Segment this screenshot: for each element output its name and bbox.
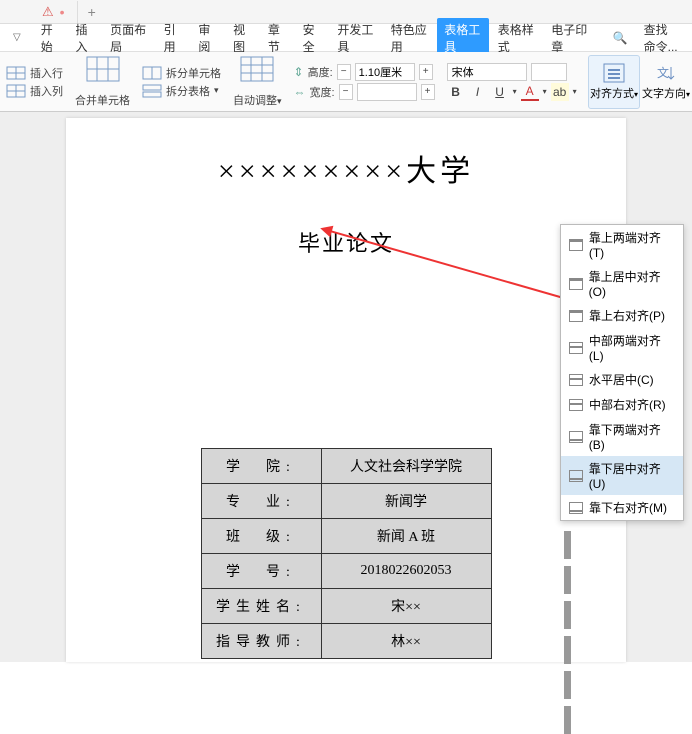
highlight-button[interactable]: ab: [551, 83, 569, 101]
svg-text:文: 文: [657, 65, 669, 80]
table-value-cell[interactable]: 宋××: [321, 589, 491, 624]
align-option-icon: [569, 470, 583, 482]
page-title: ×××××××××大学: [106, 146, 586, 190]
document-area: ×××××××××大学 毕业论文 学 院:人文社会科学学院专 业:新闻学班 级:…: [0, 112, 692, 662]
insert-col-label: 插入列: [30, 83, 63, 99]
document-page[interactable]: ×××××××××大学 毕业论文 学 院:人文社会科学学院专 业:新闻学班 级:…: [66, 118, 626, 662]
align-option[interactable]: 水平居中(C): [561, 367, 683, 392]
italic-button[interactable]: I: [469, 83, 487, 101]
width-icon: ⇔: [294, 85, 306, 99]
autofit-icon: [240, 56, 274, 90]
textdir-dropdown-button[interactable]: 文 文字方向▾: [640, 55, 692, 109]
align-option[interactable]: 靠上右对齐(P): [561, 303, 683, 328]
align-option-icon: [569, 278, 583, 290]
table-row[interactable]: 学 院:人文社会科学学院: [201, 449, 491, 484]
form-table[interactable]: 学 院:人文社会科学学院专 业:新闻学班 级:新闻 A 班学 号:2018022…: [201, 448, 492, 659]
table-row[interactable]: 班 级:新闻 A 班: [201, 519, 491, 554]
align-option-icon: [569, 431, 583, 443]
textdir-label: 文字方向▾: [642, 85, 690, 101]
align-option-icon: [569, 399, 583, 411]
search-icon: 🔍: [606, 28, 635, 48]
table-label-cell[interactable]: 学生姓名:: [201, 589, 321, 624]
align-option-icon: [569, 310, 583, 322]
align-option-label: 靠下居中对齐(U): [589, 460, 675, 491]
app-menu-dropdown[interactable]: ▽: [6, 29, 28, 46]
align-option-icon: [569, 342, 583, 354]
width-label: 宽度:: [310, 84, 335, 100]
table-label-cell[interactable]: 专 业:: [201, 484, 321, 519]
table-row[interactable]: 学生姓名:宋××: [201, 589, 491, 624]
align-option[interactable]: 靠上居中对齐(O): [561, 264, 683, 303]
align-option-icon: [569, 239, 583, 251]
align-option-icon: [569, 374, 583, 386]
menu-bar: ▽ 开始 插入 页面布局 引用 审阅 视图 章节 安全 开发工具 特色应用 表格…: [0, 24, 692, 52]
height-inc[interactable]: +: [419, 64, 433, 80]
width-dec[interactable]: −: [339, 84, 353, 100]
font-name-select[interactable]: [447, 63, 527, 81]
width-input[interactable]: [357, 83, 417, 101]
merge-cells-icon: [86, 56, 120, 90]
table-label-cell[interactable]: 学 号:: [201, 554, 321, 589]
align-dropdown-button[interactable]: 对齐方式▾: [588, 55, 640, 109]
table-value-cell[interactable]: 新闻学: [321, 484, 491, 519]
ribbon: 插入行 插入列 合并单元格 拆分单元格 拆分表格▾ 自动调整▾ ⇕ 高度: − …: [0, 52, 692, 112]
insert-row-label: 插入行: [30, 65, 63, 81]
align-option[interactable]: 靠下居中对齐(U): [561, 456, 683, 495]
font-color-button[interactable]: A: [521, 83, 539, 101]
table-row[interactable]: 指导教师:林××: [201, 624, 491, 659]
autofit-button[interactable]: 自动调整▾: [233, 92, 282, 108]
height-input[interactable]: [355, 63, 415, 81]
table-value-cell[interactable]: 新闻 A 班: [321, 519, 491, 554]
align-option-label: 靠下两端对齐(B): [589, 421, 675, 452]
page-subtitle: 毕业论文: [106, 226, 586, 258]
split-cells-label: 拆分单元格: [166, 65, 221, 81]
width-inc[interactable]: +: [421, 84, 435, 100]
align-option-label: 靠下右对齐(M): [589, 499, 667, 516]
height-icon: ⇕: [294, 65, 304, 79]
align-option[interactable]: 中部右对齐(R): [561, 392, 683, 417]
align-option[interactable]: 靠上两端对齐(T): [561, 225, 683, 264]
align-dropdown-menu: 靠上两端对齐(T) 靠上居中对齐(O) 靠上右对齐(P) 中部两端对齐(L) 水平居中(…: [560, 224, 684, 521]
split-cells-button[interactable]: 拆分单元格: [142, 65, 221, 81]
table-row[interactable]: 学 号:2018022602053: [201, 554, 491, 589]
align-option[interactable]: 靠下右对齐(M): [561, 495, 683, 520]
split-table-button[interactable]: 拆分表格▾: [142, 83, 221, 99]
align-option[interactable]: 靠下两端对齐(B): [561, 417, 683, 456]
table-label-cell[interactable]: 班 级:: [201, 519, 321, 554]
insert-col-button[interactable]: 插入列: [6, 83, 63, 99]
table-label-cell[interactable]: 学 院:: [201, 449, 321, 484]
align-option-icon: [569, 502, 583, 514]
insert-row-button[interactable]: 插入行: [6, 65, 63, 81]
height-dec[interactable]: −: [337, 64, 351, 80]
align-option-label: 水平居中(C): [589, 371, 654, 388]
table-value-cell[interactable]: 2018022602053: [321, 554, 491, 589]
align-option[interactable]: 中部两端对齐(L): [561, 328, 683, 367]
bold-button[interactable]: B: [447, 83, 465, 101]
merge-cells-button[interactable]: 合并单元格: [75, 92, 130, 108]
align-option-label: 中部右对齐(R): [589, 396, 666, 413]
align-label: 对齐方式▾: [590, 85, 638, 101]
align-icon: [603, 63, 625, 83]
align-option-label: 中部两端对齐(L): [589, 332, 675, 363]
table-label-cell[interactable]: 指导教师:: [201, 624, 321, 659]
font-size-select[interactable]: [531, 63, 567, 81]
align-option-label: 靠上居中对齐(O): [589, 268, 675, 299]
underline-button[interactable]: U: [491, 83, 509, 101]
table-value-cell[interactable]: 林××: [321, 624, 491, 659]
align-option-label: 靠上两端对齐(T): [589, 229, 675, 260]
height-label: 高度:: [308, 64, 333, 80]
split-table-label: 拆分表格: [166, 83, 210, 99]
table-value-cell[interactable]: 人文社会科学学院: [321, 449, 491, 484]
align-option-label: 靠上右对齐(P): [589, 307, 665, 324]
table-row[interactable]: 专 业:新闻学: [201, 484, 491, 519]
textdir-icon: 文: [655, 63, 677, 83]
